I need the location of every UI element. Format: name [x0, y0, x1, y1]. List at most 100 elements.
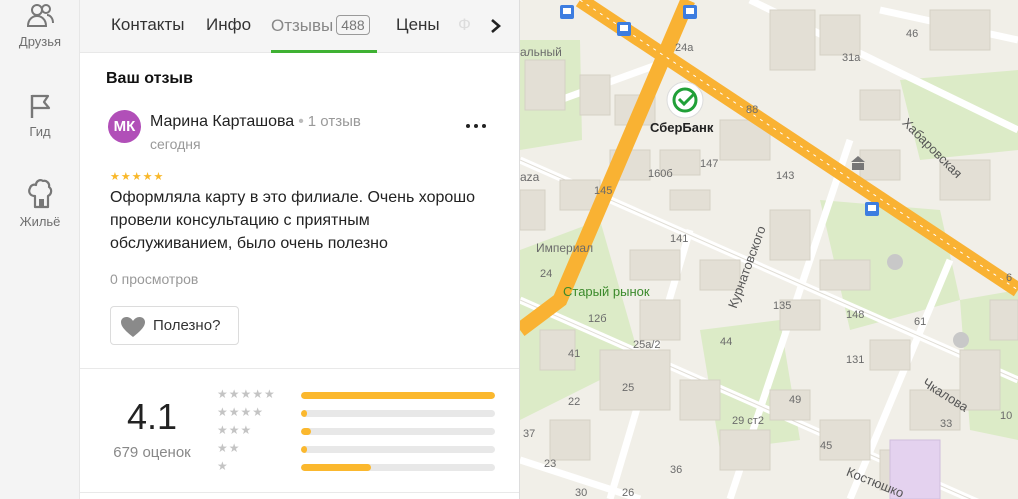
map-label: 45 — [820, 440, 833, 452]
flag-icon — [30, 94, 51, 118]
rating-bar-fill — [301, 428, 311, 435]
map-label: 44 — [720, 336, 733, 348]
map-label-partial: aza — [520, 170, 540, 184]
heart-icon — [121, 317, 145, 337]
tab-partial: Ф — [458, 15, 471, 34]
rating-row-stars: ★★★★ — [217, 405, 265, 419]
separator-dot: • — [298, 113, 304, 130]
rating-bar-track — [301, 392, 495, 399]
map-label: 26 — [622, 487, 635, 499]
map-label: 12б — [588, 313, 607, 325]
sberbank-pin-icon — [666, 81, 704, 119]
rating-bar-fill — [301, 410, 307, 417]
map-label: 31а — [842, 52, 861, 64]
tab-contacts[interactable]: Контакты — [111, 15, 184, 35]
chevron-right-icon — [491, 19, 501, 33]
rail-item-guide[interactable]: Гид — [0, 92, 80, 139]
rating-bar-fill — [301, 392, 495, 399]
map-label: 131 — [846, 354, 865, 366]
review-text: Оформляла карту в это филиале. Очень хор… — [110, 189, 476, 252]
review-date: сегодня — [150, 136, 201, 152]
bus-stop-icon — [865, 202, 879, 216]
place-label-imperial[interactable]: Империал — [536, 241, 593, 255]
review-views: 0 просмотров — [110, 271, 199, 287]
rating-count: 679 оценок — [113, 444, 191, 461]
map-label: 41 — [568, 348, 581, 360]
rating-row-stars: ★★★★★ — [217, 387, 276, 401]
rating-bar-fill — [301, 446, 307, 453]
map-label: 141 — [670, 233, 689, 245]
map-label: 37 — [523, 428, 536, 440]
review-stars: ★★★★★ — [110, 171, 165, 183]
dot-icon — [482, 124, 486, 128]
bus-stop-icon — [617, 22, 631, 36]
friends-icon — [26, 4, 54, 27]
rail-item-friends[interactable]: Друзья — [0, 2, 80, 49]
map-label: 30 — [575, 487, 588, 499]
housing-icon — [28, 179, 53, 209]
map-label-partial: альный — [520, 45, 562, 59]
divider — [80, 492, 519, 493]
map-label: 36 — [670, 464, 683, 476]
map-label: 33 — [940, 418, 953, 430]
rating-value: 4.1 — [126, 396, 178, 437]
map-label: 10 — [1000, 410, 1013, 422]
rating-bar-track — [301, 410, 495, 417]
map-label: 145 — [594, 185, 613, 197]
map-label: 147 — [700, 158, 719, 170]
rail-label-guide: Гид — [29, 124, 51, 139]
tab-reviews[interactable]: Отзывы 488 — [271, 15, 370, 36]
map-label: 22 — [568, 396, 581, 408]
map-label: 49 — [789, 394, 802, 406]
map-label: 6 — [1006, 272, 1013, 284]
map[interactable]: 24а 31а 46 88 147 160б 143 145 141 135 1… — [520, 0, 1018, 499]
review-author-line: Марина Карташова • 1 отзыв — [150, 113, 361, 131]
author-review-count: 1 отзыв — [307, 113, 361, 130]
rail-label-housing: Жильё — [19, 214, 61, 229]
your-review-title: Ваш отзыв — [106, 70, 193, 87]
rating-row-stars: ★★★ — [217, 423, 253, 437]
left-rail: Друзья Гид Жильё — [0, 0, 80, 499]
place-label-bank[interactable]: СберБанк — [650, 120, 713, 135]
rating-bar-track — [301, 428, 495, 435]
useful-button[interactable]: Полезно? — [110, 306, 239, 345]
dot-icon — [474, 124, 478, 128]
map-label: 25а/2 — [633, 339, 661, 351]
rail-item-housing[interactable]: Жильё — [0, 178, 80, 229]
avatar[interactable]: МК — [108, 110, 141, 143]
rating-row-stars: ★ — [217, 459, 229, 473]
tab-reviews-label: Отзывы — [271, 16, 334, 35]
divider — [80, 368, 519, 369]
map-label: 88 — [746, 104, 759, 116]
map-label: 143 — [776, 170, 795, 182]
rating-bar-track — [301, 446, 495, 453]
more-options-button[interactable] — [464, 116, 488, 134]
map-label: 25 — [622, 382, 635, 394]
map-label: 160б — [648, 168, 673, 180]
rating-bar-track — [301, 464, 495, 471]
tab-prices[interactable]: Цены — [396, 15, 440, 35]
map-label: 24 — [540, 268, 553, 280]
author-name[interactable]: Марина Карташова — [150, 113, 294, 130]
rating-bar-fill — [301, 464, 371, 471]
reviews-count-badge: 488 — [336, 15, 370, 35]
map-label: 61 — [914, 316, 927, 328]
bus-stop-icon — [560, 5, 574, 19]
map-label: 46 — [906, 28, 919, 40]
rating-row-stars: ★★ — [217, 441, 241, 455]
map-label: 23 — [544, 458, 557, 470]
tab-info[interactable]: Инфо — [206, 15, 251, 35]
map-label: 148 — [846, 309, 865, 321]
map-label: 135 — [773, 300, 792, 312]
map-label: 29 ст2 — [732, 415, 764, 427]
place-label-market[interactable]: Старый рынок — [563, 284, 650, 299]
tabs-scroll-right-button[interactable] — [478, 0, 519, 52]
useful-label: Полезно? — [153, 317, 221, 334]
org-panel: Контакты Инфо Отзывы 488 Цены Ф Ваш отзыв… — [80, 0, 520, 499]
dot-icon — [466, 124, 470, 128]
active-tab-indicator — [271, 50, 377, 53]
bus-stop-icon — [683, 5, 697, 19]
rail-label-friends: Друзья — [18, 34, 62, 49]
tab-bar: Контакты Инфо Отзывы 488 Цены Ф — [80, 0, 519, 53]
map-label: 24а — [675, 42, 694, 54]
